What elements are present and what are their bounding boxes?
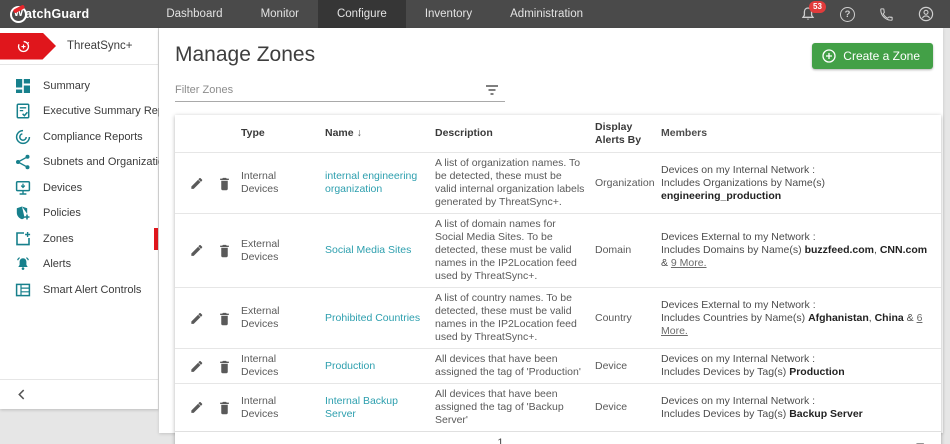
sidebar-item-devices[interactable]: Devices xyxy=(0,175,158,201)
zone-name-link[interactable]: Prohibited Countries xyxy=(325,312,420,324)
zone-description: A list of domain names for Social Media … xyxy=(435,214,595,287)
delete-icon[interactable] xyxy=(218,243,231,258)
sidebar-item-summary[interactable]: Summary xyxy=(0,73,158,99)
sidebar-item-compliance-reports[interactable]: Compliance Reports xyxy=(0,124,158,150)
zone-description: A list of country names. To be detected,… xyxy=(435,288,595,348)
page-number-input[interactable]: 1 xyxy=(485,437,543,444)
plus-circle-icon xyxy=(822,49,836,63)
zone-alerts-by: Domain xyxy=(595,240,661,261)
edit-icon[interactable] xyxy=(189,243,204,258)
nav-configure[interactable]: Configure xyxy=(318,0,406,28)
sidebar: ThreatSync+ Summary Executive Summary Re… xyxy=(0,28,159,409)
zone-description: All devices that have been assigned the … xyxy=(435,384,595,431)
sidebar-item-smart-alert-controls[interactable]: Smart Alert Controls xyxy=(0,277,158,303)
subnets-icon xyxy=(15,154,31,170)
col-header-name[interactable]: Name↓ xyxy=(325,123,435,144)
zones-icon xyxy=(15,231,31,247)
table-row: Internal Devices Internal Backup Server … xyxy=(175,383,941,431)
sidebar-item-zones[interactable]: Zones xyxy=(0,226,158,252)
main-panel: Manage Zones Create a Zone Type Name↓ De… xyxy=(159,28,943,433)
zone-alerts-by: Device xyxy=(595,397,661,418)
nav-administration[interactable]: Administration xyxy=(491,0,602,28)
delete-icon[interactable] xyxy=(218,311,231,326)
sidebar-item-executive-summary-report[interactable]: Executive Summary Report xyxy=(0,99,158,125)
devices-icon xyxy=(15,180,31,196)
chevron-left-icon xyxy=(17,389,26,400)
summary-icon xyxy=(15,78,31,94)
compliance-icon xyxy=(15,129,31,145)
pagination-bar: Items per page: 5 ▼ 1 – 5 of 23 1 Pages:… xyxy=(175,431,941,444)
product-name: ThreatSync+ xyxy=(67,40,133,52)
notifications-bell-icon[interactable]: 53 xyxy=(800,6,816,22)
zone-members: Devices on my Internal Network : Include… xyxy=(661,391,941,425)
nav-monitor[interactable]: Monitor xyxy=(242,0,318,28)
zone-type: Internal Devices xyxy=(241,166,325,200)
zone-description: A list of organization names. To be dete… xyxy=(435,153,595,213)
sidebar-menu: Summary Executive Summary Report Complia… xyxy=(0,65,158,303)
zones-table-body: Internal Devices internal engineering or… xyxy=(175,152,941,431)
delete-icon[interactable] xyxy=(218,176,231,191)
report-icon xyxy=(15,103,31,119)
table-row: External Devices Social Media Sites A li… xyxy=(175,213,941,287)
create-zone-button[interactable]: Create a Zone xyxy=(812,43,933,69)
edit-icon[interactable] xyxy=(189,176,204,191)
top-navigation-bar: W atchGuard Dashboard Monitor Configure … xyxy=(0,0,950,28)
filter-zones-input[interactable] xyxy=(175,84,485,96)
table-row: Internal Devices Production All devices … xyxy=(175,348,941,383)
alerts-icon xyxy=(15,256,31,272)
sidebar-collapse-button[interactable] xyxy=(0,379,158,409)
zone-name-link[interactable]: Social Media Sites xyxy=(325,244,411,256)
watchguard-logo: W atchGuard xyxy=(10,6,89,23)
col-header-members[interactable]: Members xyxy=(661,123,941,144)
sidebar-item-subnets-and-organizations[interactable]: Subnets and Organizations xyxy=(0,150,158,176)
product-header: ThreatSync+ xyxy=(0,28,158,65)
table-row: External Devices Prohibited Countries A … xyxy=(175,287,941,348)
zone-members: Devices on my Internal Network : Include… xyxy=(661,160,941,207)
notification-count-badge: 53 xyxy=(809,1,826,13)
zone-type: External Devices xyxy=(241,301,325,335)
col-header-description[interactable]: Description xyxy=(435,123,595,144)
delete-icon[interactable] xyxy=(218,400,231,415)
col-header-display-alerts-by[interactable]: Display Alerts By xyxy=(595,117,661,151)
policies-icon xyxy=(15,205,31,221)
filter-zones-field xyxy=(175,84,505,102)
threatsync-banner-icon xyxy=(0,33,56,60)
help-icon[interactable]: ? xyxy=(840,7,855,22)
nav-inventory[interactable]: Inventory xyxy=(406,0,491,28)
account-icon[interactable] xyxy=(918,6,934,22)
zone-type: External Devices xyxy=(241,234,325,268)
zone-alerts-by: Country xyxy=(595,308,661,329)
edit-icon[interactable] xyxy=(189,359,204,374)
zone-alerts-by: Device xyxy=(595,356,661,377)
brand-name: atchGuard xyxy=(25,7,89,21)
members-more-link[interactable]: 9 More. xyxy=(671,257,707,269)
sidebar-item-alerts[interactable]: Alerts xyxy=(0,252,158,278)
nav-dashboard[interactable]: Dashboard xyxy=(147,0,241,28)
table-row: Internal Devices internal engineering or… xyxy=(175,152,941,213)
page-number-field: 1 Pages: 5 xyxy=(485,437,543,444)
zone-name-link[interactable]: Internal Backup Server xyxy=(325,395,398,420)
col-header-type[interactable]: Type xyxy=(241,123,325,144)
zones-table: Type Name↓ Description Display Alerts By… xyxy=(175,115,941,444)
edit-icon[interactable] xyxy=(189,400,204,415)
sort-desc-icon: ↓ xyxy=(357,127,362,139)
zone-description: All devices that have been assigned the … xyxy=(435,349,595,383)
zone-members: Devices External to my Network : Include… xyxy=(661,227,941,274)
zone-type: Internal Devices xyxy=(241,349,325,383)
sidebar-item-policies[interactable]: Policies xyxy=(0,201,158,227)
edit-icon[interactable] xyxy=(189,311,204,326)
main-nav: Dashboard Monitor Configure Inventory Ad… xyxy=(147,0,602,28)
zone-members: Devices External to my Network : Include… xyxy=(661,295,941,342)
col-header-actions xyxy=(175,130,241,138)
zone-name-link[interactable]: internal engineering organization xyxy=(325,170,417,195)
table-header-row: Type Name↓ Description Display Alerts By… xyxy=(175,115,941,152)
zone-type: Internal Devices xyxy=(241,391,325,425)
smart-alert-icon xyxy=(15,282,31,298)
zone-name-link[interactable]: Production xyxy=(325,360,375,372)
filter-list-icon[interactable] xyxy=(485,84,499,96)
zone-members: Devices on my Internal Network : Include… xyxy=(661,349,941,383)
delete-icon[interactable] xyxy=(218,359,231,374)
zone-alerts-by: Organization xyxy=(595,173,661,194)
phone-icon[interactable] xyxy=(879,7,894,22)
